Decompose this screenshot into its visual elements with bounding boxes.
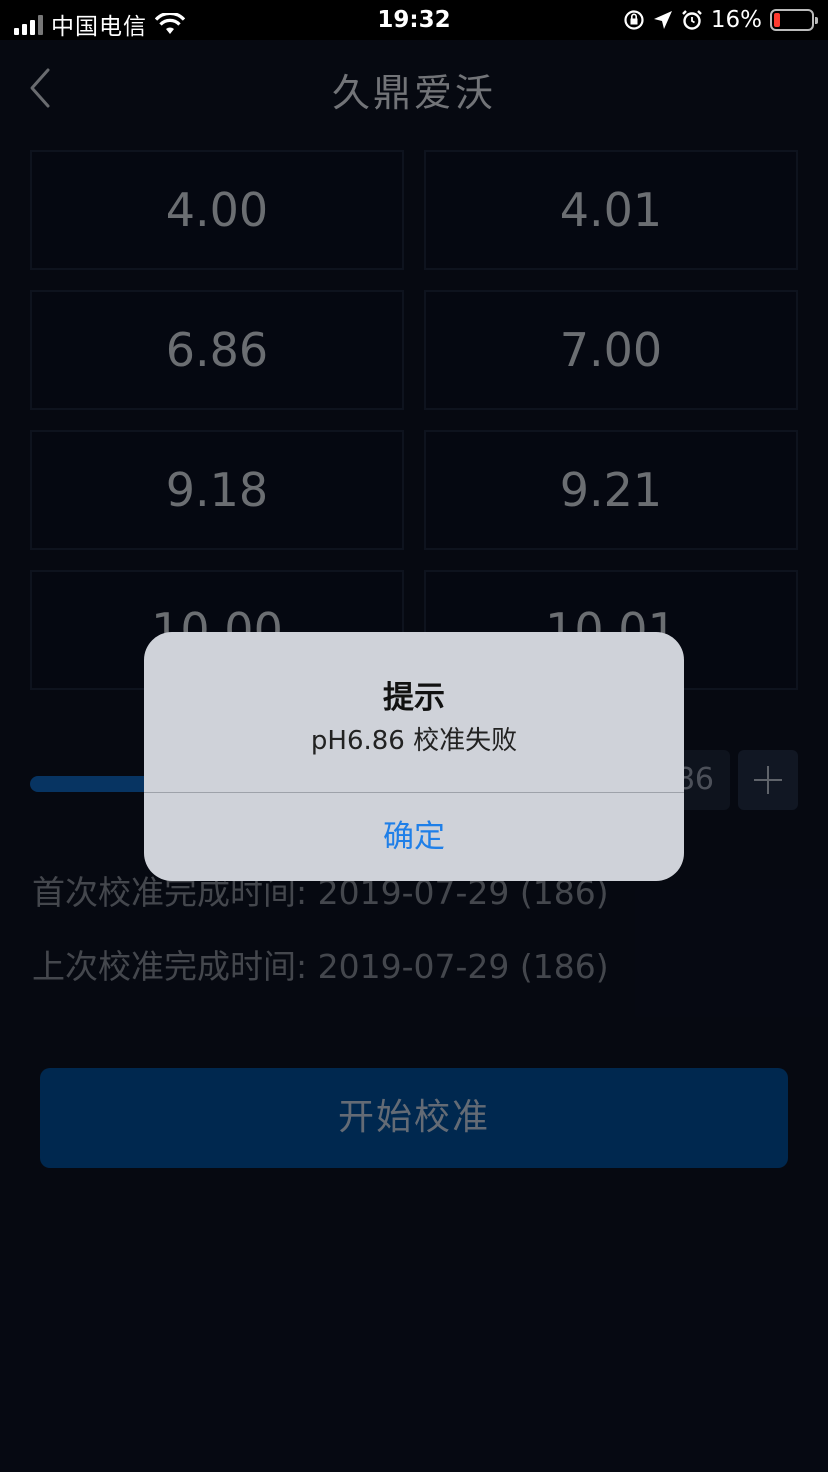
- alert-confirm-button[interactable]: 确定: [144, 793, 684, 881]
- alert-dialog: 提示 pH6.86 校准失败 确定: [144, 632, 684, 881]
- alert-title: 提示: [383, 680, 445, 716]
- alarm-icon: [682, 10, 702, 30]
- alert-message: pH6.86 校准失败: [310, 726, 518, 756]
- location-arrow-icon: [653, 11, 672, 29]
- battery-icon: [770, 9, 818, 31]
- battery-percentage: 16%: [710, 7, 762, 33]
- status-right: 16%: [623, 7, 818, 33]
- screen: 中国电信 19:32 16% 久鼎爱沃 4.00 4.01 6.86 7.00 …: [0, 0, 828, 1472]
- orientation-lock-icon: [624, 10, 644, 30]
- status-bar: 中国电信 19:32 16%: [0, 0, 828, 40]
